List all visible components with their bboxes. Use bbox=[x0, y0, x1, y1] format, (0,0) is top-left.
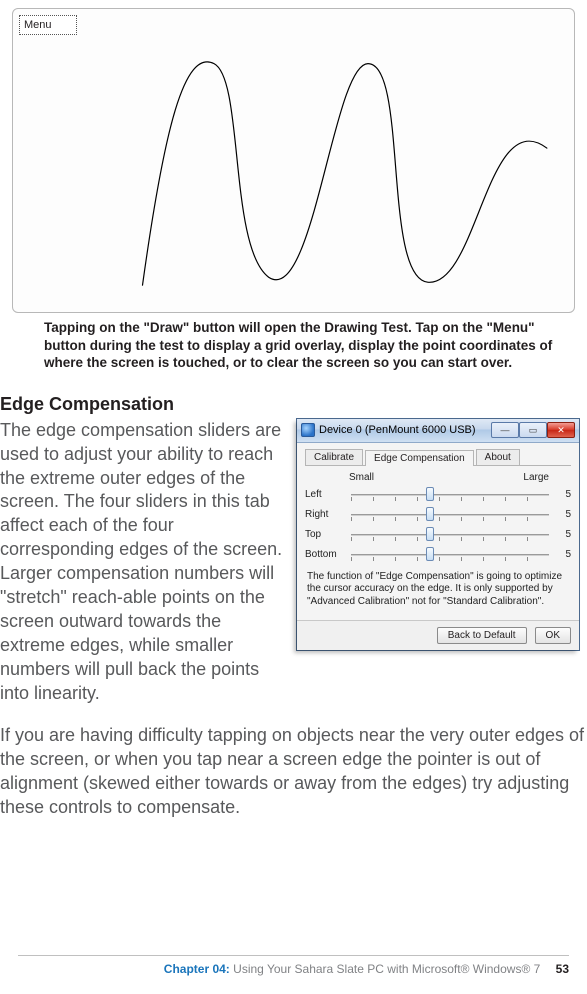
slider-right-label: Right bbox=[305, 509, 345, 520]
footer-chapter: Chapter 04: bbox=[164, 962, 230, 976]
slider-right[interactable]: Right 5 bbox=[305, 507, 571, 523]
dialog-title: Device 0 (PenMount 6000 USB) bbox=[319, 424, 487, 436]
minimize-button[interactable]: — bbox=[491, 422, 519, 438]
slider-right-value: 5 bbox=[555, 509, 571, 520]
slider-bottom-value: 5 bbox=[555, 549, 571, 560]
app-icon bbox=[301, 423, 315, 437]
drawing-stroke bbox=[13, 9, 574, 312]
dialog-footer: Back to Default OK bbox=[297, 620, 579, 650]
slider-left[interactable]: Left 5 bbox=[305, 487, 571, 503]
footer-title: Using Your Sahara Slate PC with Microsof… bbox=[230, 962, 540, 976]
section-heading: Edge Compensation bbox=[0, 394, 575, 415]
drawing-test-panel: Menu bbox=[12, 8, 575, 313]
close-button[interactable]: ✕ bbox=[547, 422, 575, 438]
slider-left-value: 5 bbox=[555, 489, 571, 500]
page-footer: Chapter 04: Using Your Sahara Slate PC w… bbox=[18, 955, 569, 976]
slider-left-label: Left bbox=[305, 489, 345, 500]
back-to-default-button[interactable]: Back to Default bbox=[437, 627, 527, 644]
tab-calibrate[interactable]: Calibrate bbox=[305, 449, 363, 465]
tab-edge-compensation[interactable]: Edge Compensation bbox=[365, 450, 474, 466]
footer-page: 53 bbox=[556, 962, 569, 976]
slider-bottom-label: Bottom bbox=[305, 549, 345, 560]
scale-large-label: Large bbox=[523, 472, 549, 483]
scale-small-label: Small bbox=[349, 472, 374, 483]
dialog-titlebar: Device 0 (PenMount 6000 USB) — ▭ ✕ bbox=[297, 419, 579, 443]
ok-button[interactable]: OK bbox=[535, 627, 571, 644]
dialog-tabs: Calibrate Edge Compensation About bbox=[305, 449, 571, 466]
slider-top-value: 5 bbox=[555, 529, 571, 540]
paragraph-2: If you are having difficulty tapping on … bbox=[0, 724, 587, 820]
tab-about[interactable]: About bbox=[476, 449, 520, 465]
paragraph-1: The edge compensation sliders are used t… bbox=[0, 419, 283, 706]
edge-compensation-dialog: Device 0 (PenMount 6000 USB) — ▭ ✕ Calib… bbox=[297, 419, 579, 651]
slider-bottom[interactable]: Bottom 5 bbox=[305, 547, 571, 563]
dialog-body: Calibrate Edge Compensation About Small … bbox=[297, 443, 579, 621]
slider-top[interactable]: Top 5 bbox=[305, 527, 571, 543]
dialog-note: The function of "Edge Compensation" is g… bbox=[307, 571, 569, 609]
figure-caption: Tapping on the "Draw" button will open t… bbox=[44, 319, 555, 372]
slider-top-label: Top bbox=[305, 529, 345, 540]
maximize-button[interactable]: ▭ bbox=[519, 422, 547, 438]
